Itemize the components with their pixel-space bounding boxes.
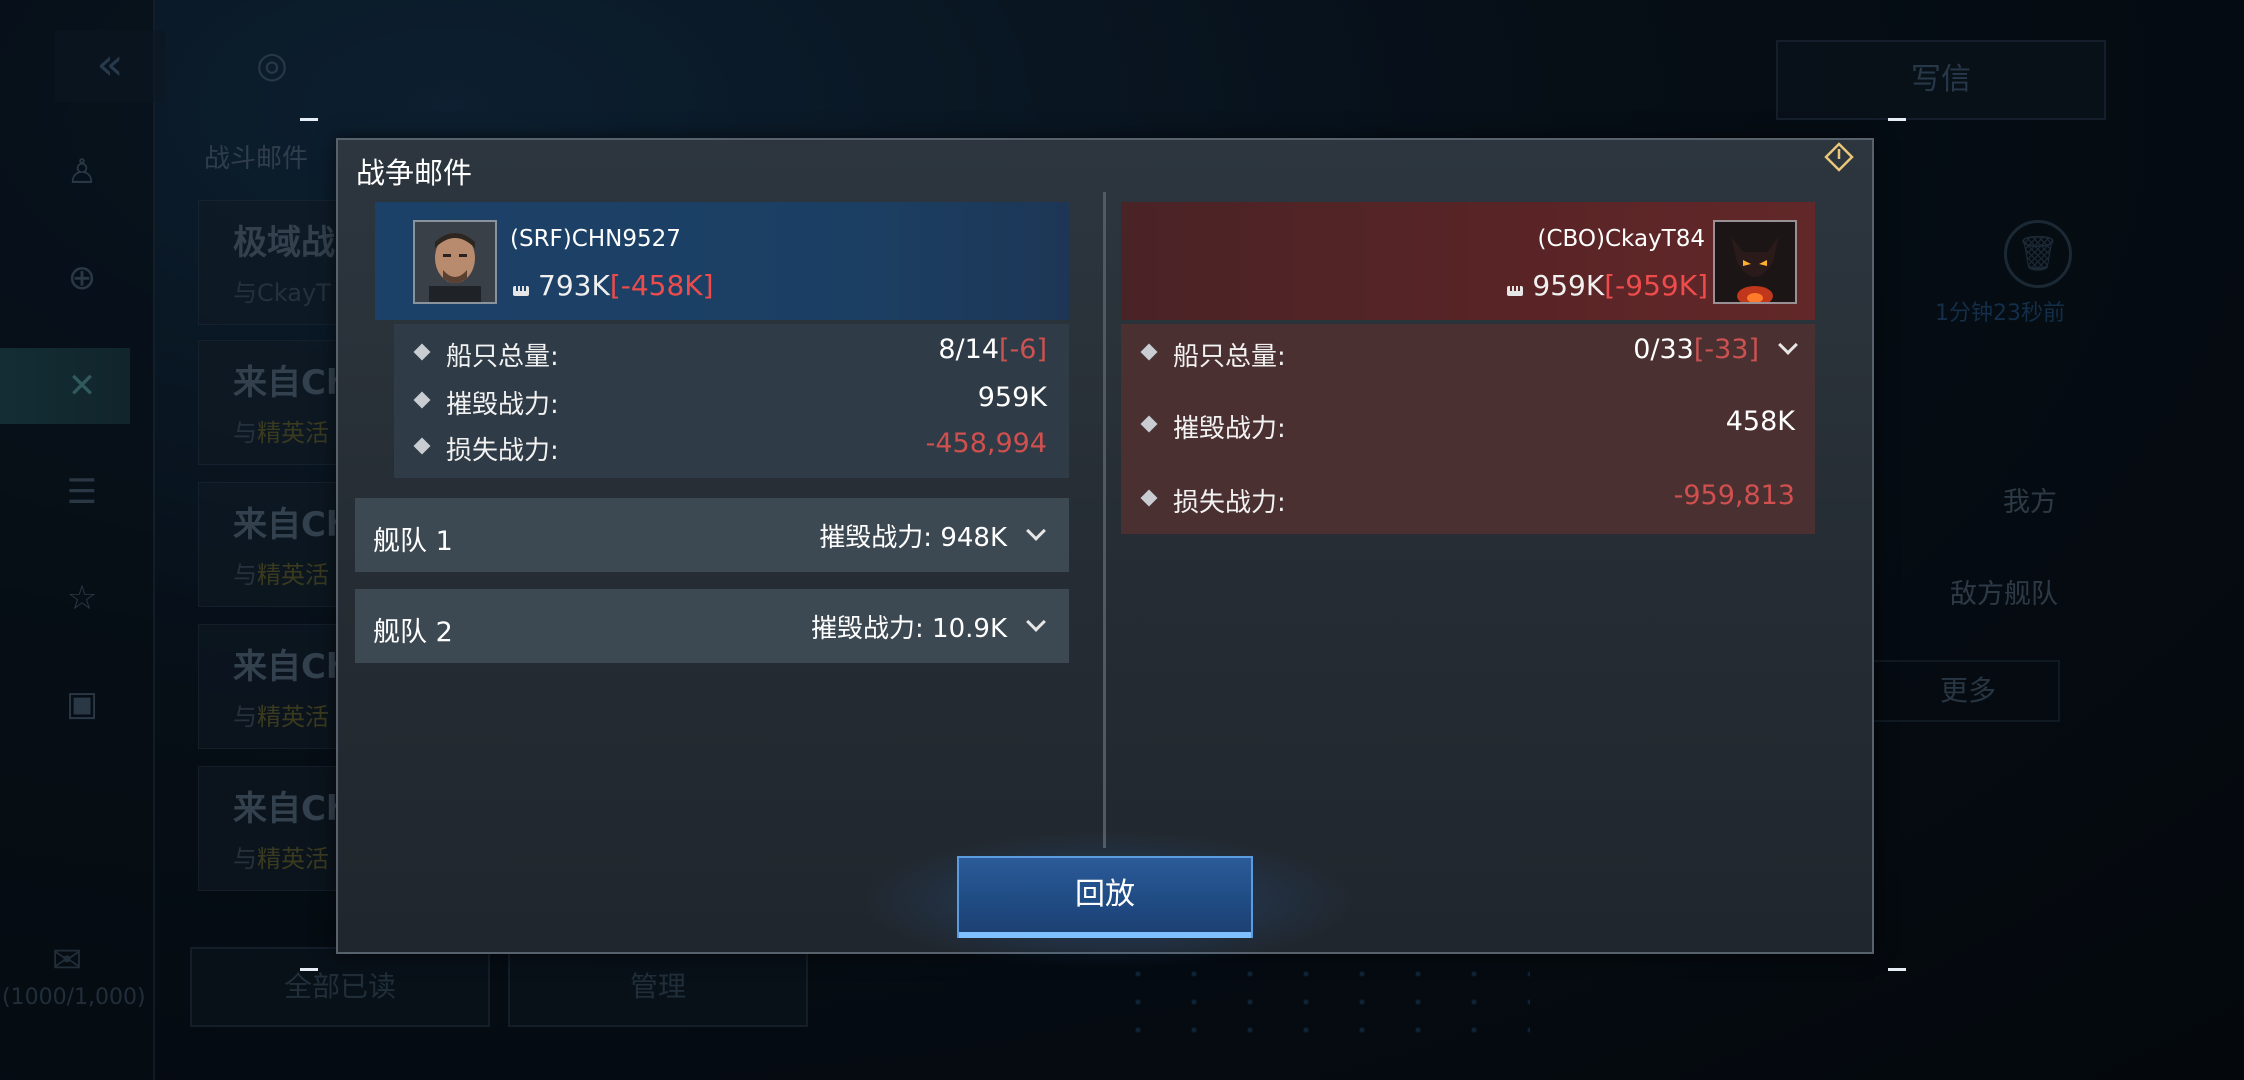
stat-row-destroyed: 摧毁战力: 959K <box>394 380 1069 420</box>
fleet-name: 舰队 1 <box>373 526 453 557</box>
attacker-name: (SRF)CHN9527 <box>510 226 681 252</box>
stat-value: -458,994 <box>925 428 1047 459</box>
frame-corner <box>1888 118 1906 121</box>
stat-row-ships: 船只总量: 8/14[-6] <box>394 332 1069 372</box>
bullet-icon <box>1140 415 1158 433</box>
stat-label: 损失战力: <box>1173 488 1286 518</box>
defender-name: (CBO)CkayT84 <box>1537 226 1705 252</box>
attacker-power: 793K[-458K] <box>510 269 714 302</box>
chevron-down-icon[interactable] <box>1026 612 1046 632</box>
frame-corner <box>300 118 318 121</box>
bullet-icon <box>413 343 431 361</box>
attacker-avatar[interactable] <box>413 220 497 304</box>
stat-value: 0/33[-33] <box>1633 334 1798 365</box>
frame-corner <box>300 968 318 971</box>
stat-value: 959K <box>977 382 1047 413</box>
dialog-title: 战争邮件 <box>356 156 473 190</box>
defender-avatar[interactable] <box>1713 220 1797 304</box>
stat-label: 船只总量: <box>446 342 559 372</box>
stat-label: 船只总量: <box>1173 342 1286 372</box>
column-divider <box>1103 192 1106 848</box>
bullet-icon <box>413 391 431 409</box>
defender-power-value: 959K <box>1532 269 1605 302</box>
stat-label: 摧毁战力: <box>1173 414 1286 444</box>
fleet-row[interactable]: 舰队 1 摧毁战力: 948K <box>355 498 1069 572</box>
fleet-damage: 摧毁战力: 948K <box>819 523 1007 553</box>
attacker-header: (SRF)CHN9527 793K[-458K] <box>375 202 1069 320</box>
defender-header: (CBO)CkayT84 959K[-959K] <box>1121 202 1815 320</box>
replay-button[interactable]: 回放 <box>957 856 1253 938</box>
stat-value: 458K <box>1725 406 1795 437</box>
bullet-icon <box>1140 489 1158 507</box>
frame-corner <box>1888 968 1906 971</box>
stat-row-destroyed: 摧毁战力: 458K <box>1121 404 1815 444</box>
defender-stats: 船只总量: 0/33[-33] 摧毁战力: 458K 损失战力: -959,81… <box>1121 324 1815 534</box>
stat-row-lost: 损失战力: -959,813 <box>1121 478 1815 518</box>
defender-power-delta: [-959K] <box>1604 269 1708 302</box>
fleet-name: 舰队 2 <box>373 617 453 648</box>
close-icon[interactable] <box>1821 140 1857 176</box>
power-fist-icon <box>1504 276 1526 298</box>
stat-label: 损失战力: <box>446 436 559 466</box>
stat-value: 8/14[-6] <box>938 334 1047 365</box>
war-mail-dialog: 战争邮件 (SRF)CHN9527 793K[-458K] 船只总量: 8/14… <box>336 138 1874 970</box>
chevron-down-icon[interactable] <box>1778 335 1798 355</box>
attacker-power-value: 793K <box>538 269 610 302</box>
chevron-down-icon[interactable] <box>1026 521 1046 541</box>
stat-row-ships[interactable]: 船只总量: 0/33[-33] <box>1121 332 1815 372</box>
attacker-power-delta: [-458K] <box>609 269 714 302</box>
fleet-damage: 摧毁战力: 10.9K <box>811 614 1007 644</box>
bullet-icon <box>413 437 431 455</box>
power-fist-icon <box>510 276 532 298</box>
defender-power: 959K[-959K] <box>1504 269 1708 302</box>
stat-value: -959,813 <box>1673 480 1795 511</box>
stat-row-lost: 损失战力: -458,994 <box>394 426 1069 466</box>
bullet-icon <box>1140 343 1158 361</box>
attacker-stats: 船只总量: 8/14[-6] 摧毁战力: 959K 损失战力: -458,994 <box>394 324 1069 478</box>
stat-label: 摧毁战力: <box>446 390 559 420</box>
fleet-row[interactable]: 舰队 2 摧毁战力: 10.9K <box>355 589 1069 663</box>
